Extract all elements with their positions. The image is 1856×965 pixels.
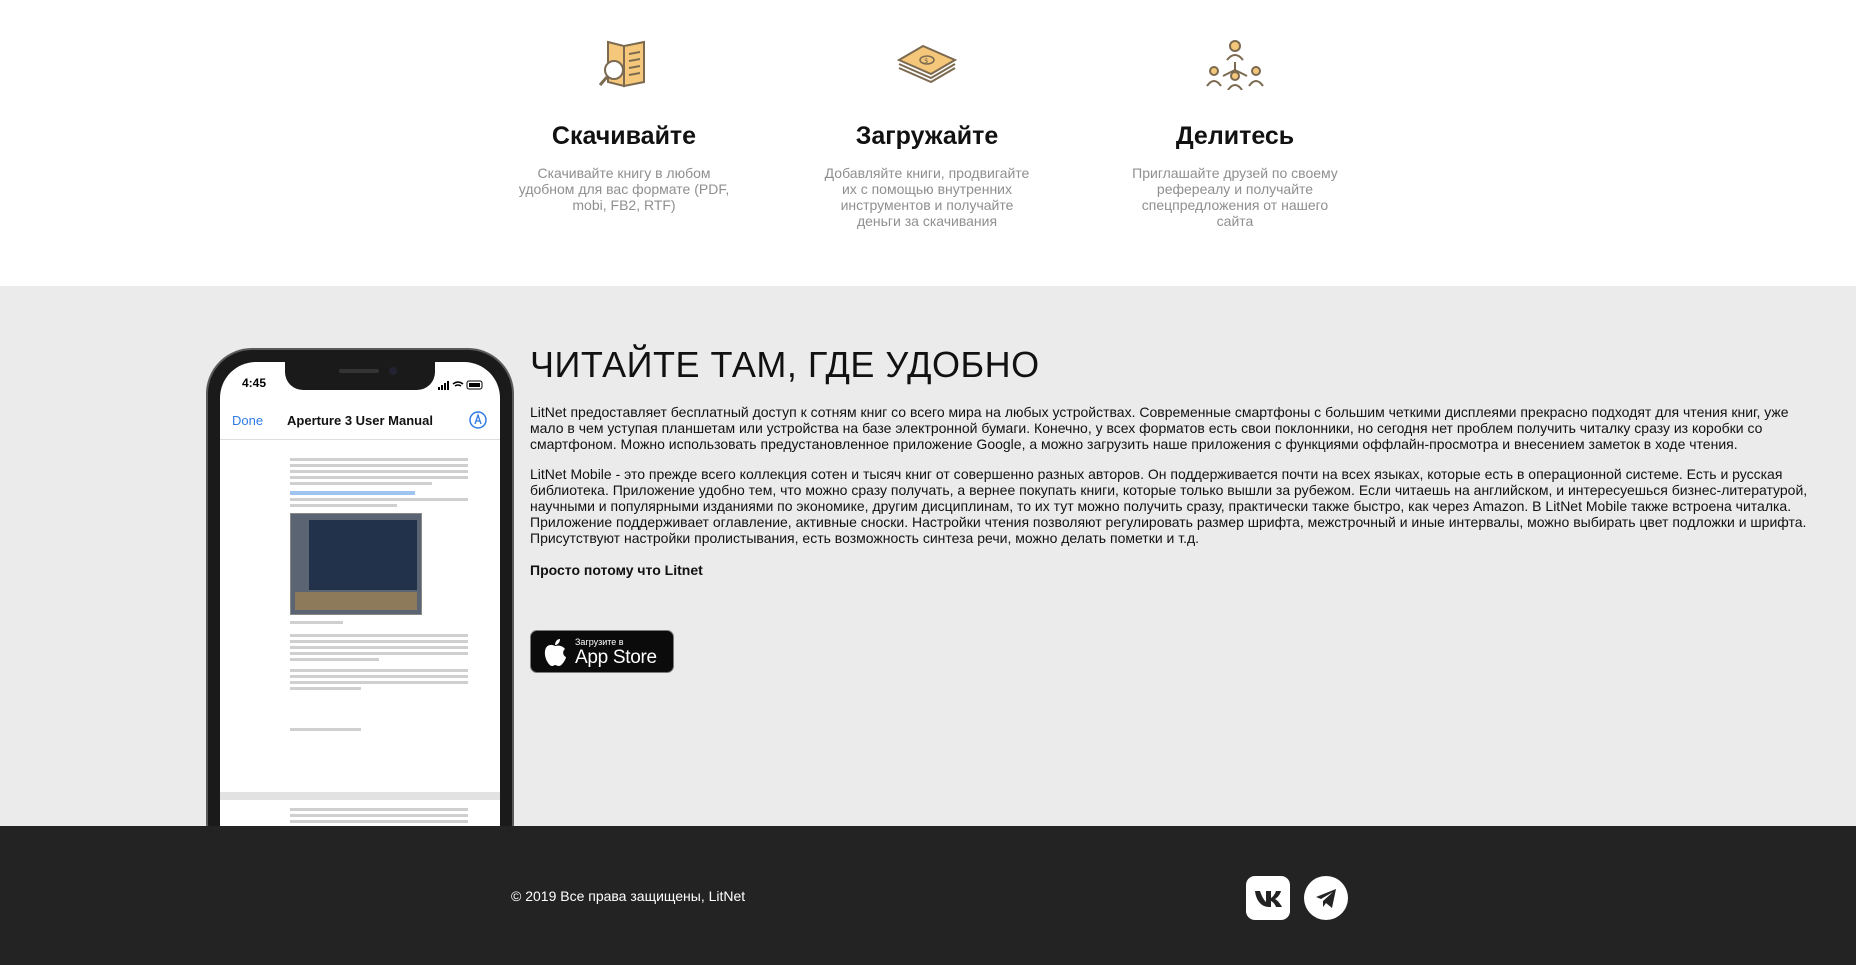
referral-network-icon [1206, 40, 1264, 90]
read-anywhere-text: ЧИТАЙТЕ ТАМ, ГДЕ УДОБНО LitNet предостав… [530, 344, 1840, 673]
phone-status-icons [438, 377, 484, 395]
footer: © 2019 Все права защищены, LitNet [0, 826, 1856, 965]
feature-download-title: Скачивайте [551, 122, 697, 150]
app-store-button[interactable]: Загрузите в App Store [530, 630, 674, 673]
feature-download: Скачивайте Скачивайте книгу в любом удоб… [513, 38, 735, 213]
feature-share: Делитесь Приглашайте друзей по своему ре… [1124, 38, 1346, 229]
feature-share-title: Делитесь [1175, 122, 1295, 150]
app-store-big-label: App Store [575, 647, 657, 668]
footer-copyright: © 2019 Все права защищены, LitNet [511, 888, 746, 904]
phone-mockup: 4:45 Done Aperture 3 User Manual [206, 348, 514, 826]
feature-download-text: Скачивайте книгу в любом удобном для вас… [518, 165, 730, 213]
reader-page-content-2 [290, 808, 468, 826]
money-stack-icon: $ [896, 44, 958, 84]
book-search-icon [598, 40, 645, 88]
feature-upload-text: Добавляйте книги, продвигайте их с помощ… [824, 165, 1030, 229]
feature-upload: $ Загружайте Добавляйте книги, продвигай… [816, 38, 1038, 229]
read-anywhere-section: 4:45 Done Aperture 3 User Manual ЧИТАЙТЕ… [0, 286, 1856, 826]
vk-link[interactable] [1246, 876, 1290, 920]
phone-status-time: 4:45 [242, 376, 267, 390]
app-store-small-label: Загрузите в [575, 637, 624, 647]
annotate-icon[interactable] [468, 410, 488, 435]
apple-icon [544, 639, 566, 666]
read-paragraph-1: LitNet предоставляет бесплатный доступ к… [530, 404, 1789, 452]
reader-page-content [290, 458, 468, 734]
reader-document-title: Aperture 3 User Manual [287, 413, 433, 428]
read-paragraph-2: LitNet Mobile - это прежде всего коллекц… [530, 466, 1808, 546]
feature-upload-title: Загружайте [855, 122, 999, 150]
reader-app-bar: Done Aperture 3 User Manual [220, 402, 500, 440]
read-anywhere-title: ЧИТАЙТЕ ТАМ, ГДЕ УДОБНО [530, 344, 1040, 385]
telegram-link[interactable] [1304, 876, 1348, 920]
svg-text:$: $ [924, 57, 928, 65]
vk-icon [1255, 891, 1282, 907]
feature-share-text: Приглашайте друзей по своему рефереалу и… [1132, 165, 1338, 229]
features-section: Скачивайте Скачивайте книгу в любом удоб… [0, 0, 1856, 286]
phone-notch [285, 362, 435, 390]
read-tagline: Просто потому что Litnet [530, 562, 703, 578]
phone-screen: 4:45 Done Aperture 3 User Manual [220, 362, 500, 826]
telegram-icon [1316, 889, 1336, 908]
reader-page-break [220, 792, 500, 800]
reader-screenshot-image [290, 513, 422, 615]
